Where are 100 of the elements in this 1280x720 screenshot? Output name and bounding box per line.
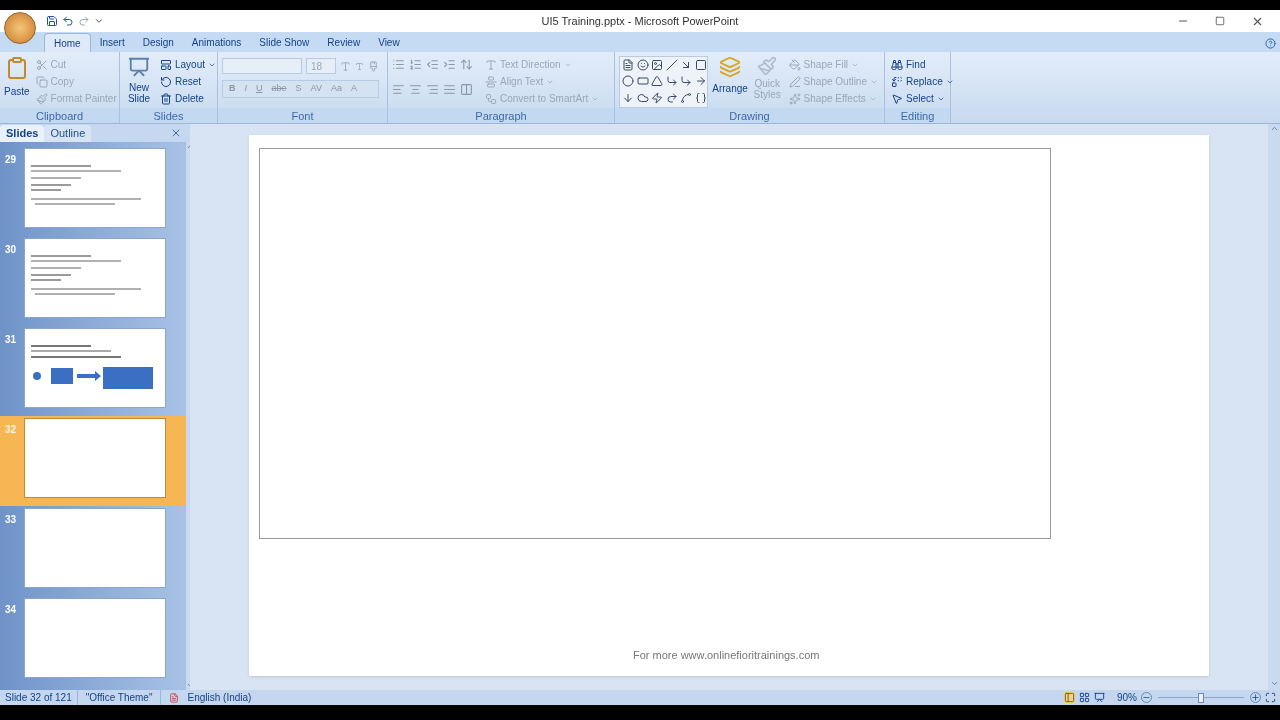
- slide-canvas[interactable]: For more www.onlinefioritrainings.com: [249, 135, 1209, 676]
- shape-icon[interactable]: [694, 91, 707, 104]
- new-slide-button[interactable]: New Slide: [124, 56, 154, 108]
- format-button[interactable]: abe: [269, 82, 289, 96]
- shape-icon[interactable]: [651, 59, 664, 71]
- format-button[interactable]: A: [348, 82, 359, 96]
- align-icon[interactable]: [460, 83, 473, 96]
- slide-thumbnail[interactable]: [24, 238, 166, 318]
- slide-thumbnail[interactable]: [24, 148, 166, 228]
- ribbon-button[interactable]: Delete: [158, 90, 219, 107]
- office-button[interactable]: [4, 12, 36, 44]
- format-button[interactable]: U: [254, 82, 265, 96]
- ribbon-button-icon: [485, 58, 497, 71]
- paragraph-icon[interactable]: [392, 58, 405, 71]
- slide-number: 30: [4, 243, 18, 257]
- panel-tab[interactable]: Outline: [44, 125, 92, 142]
- shape-icon[interactable]: [636, 75, 649, 88]
- ribbon-button-icon: [891, 58, 903, 71]
- ribbon-button[interactable]: Layout: [158, 56, 219, 73]
- shape-icon[interactable]: [651, 75, 664, 88]
- zoom-in-icon[interactable]: [1250, 692, 1261, 703]
- shape-icon[interactable]: [665, 91, 678, 104]
- shape-icon[interactable]: [665, 59, 678, 71]
- format-button[interactable]: S: [293, 82, 304, 96]
- shape-icon[interactable]: [680, 91, 693, 104]
- maximize-icon[interactable]: [1215, 16, 1225, 26]
- ribbon-tab[interactable]: View: [369, 33, 409, 52]
- ribbon-button-icon: [485, 75, 497, 88]
- customize-icon[interactable]: [94, 16, 104, 26]
- close-icon[interactable]: [170, 127, 182, 139]
- ribbon-tab[interactable]: Insert: [90, 33, 134, 52]
- normal-view-icon[interactable]: [1064, 692, 1075, 703]
- shape-icon[interactable]: [622, 75, 634, 88]
- shape-icon[interactable]: [622, 91, 634, 104]
- shape-icon[interactable]: [636, 59, 649, 71]
- panel-tab[interactable]: Slides: [0, 125, 45, 142]
- slide-number: 31: [4, 333, 18, 347]
- ribbon-button[interactable]: Select: [889, 90, 956, 107]
- zoom-thumb[interactable]: [1198, 692, 1204, 703]
- shape-icon[interactable]: [680, 75, 693, 88]
- ribbon-button-icon: [788, 92, 801, 105]
- ribbon-tab[interactable]: Design: [133, 33, 183, 52]
- font-name-field[interactable]: [222, 58, 302, 74]
- slide-thumbnail[interactable]: [24, 418, 166, 498]
- group-label: Clipboard: [0, 108, 119, 123]
- ribbon-button[interactable]: Replace: [889, 73, 956, 90]
- shapes-gallery[interactable]: [619, 56, 709, 108]
- shape-icon[interactable]: [651, 91, 664, 104]
- paragraph-icon[interactable]: [426, 58, 439, 71]
- slide-thumbnail[interactable]: [24, 328, 166, 408]
- ribbon-tab[interactable]: Review: [318, 33, 370, 52]
- group-label: Drawing: [615, 108, 884, 123]
- shape-icon[interactable]: [694, 59, 707, 71]
- scroll-down-icon[interactable]: [1269, 679, 1279, 688]
- undo-icon[interactable]: [62, 15, 74, 27]
- redo-icon[interactable]: [78, 15, 90, 27]
- paragraph-icon[interactable]: [460, 58, 473, 71]
- arrange-button[interactable]: Arrange: [712, 56, 748, 108]
- paragraph-icon[interactable]: [443, 58, 456, 71]
- align-icon[interactable]: [426, 83, 439, 96]
- align-icon[interactable]: [392, 83, 405, 96]
- scrollbar[interactable]: [1268, 124, 1280, 690]
- paste-button[interactable]: Paste: [4, 56, 30, 108]
- scroll-up-icon[interactable]: [1269, 124, 1279, 133]
- ribbon-button-icon: [891, 75, 903, 88]
- ribbon-tab[interactable]: Animations: [182, 33, 251, 52]
- language: English (India): [187, 691, 252, 705]
- fit-window-icon[interactable]: [1265, 692, 1276, 703]
- slide-thumbnail[interactable]: [24, 508, 166, 588]
- shape-icon[interactable]: [665, 75, 678, 88]
- ribbon-button-icon: [788, 75, 801, 88]
- slide-footer: For more www.onlinefioritrainings.com: [633, 647, 820, 664]
- shrink-font-icon[interactable]: [355, 61, 364, 71]
- align-icon[interactable]: [443, 83, 456, 96]
- spelling-icon[interactable]: [169, 692, 180, 703]
- arrange-icon: [719, 56, 742, 78]
- align-icon[interactable]: [409, 83, 422, 96]
- ribbon-tab[interactable]: Slide Show: [250, 33, 319, 52]
- slide-sorter-icon[interactable]: [1079, 692, 1090, 703]
- clear-formatting-icon[interactable]: [368, 60, 379, 72]
- ribbon-tab[interactable]: Home: [44, 33, 91, 52]
- grow-font-icon[interactable]: [340, 60, 351, 72]
- format-button[interactable]: I: [242, 82, 249, 96]
- ribbon-button-icon: [891, 92, 903, 105]
- help-icon[interactable]: [1265, 38, 1276, 49]
- slide-thumbnail[interactable]: [24, 598, 166, 678]
- window-title: UI5 Training.pptx - Microsoft PowerPoint: [540, 13, 740, 29]
- save-icon[interactable]: [46, 15, 58, 27]
- ribbon-button[interactable]: Find: [889, 56, 956, 73]
- format-button[interactable]: AV: [308, 82, 324, 96]
- slide-show-icon[interactable]: [1094, 692, 1105, 703]
- slide-number: 34: [4, 603, 18, 617]
- shape-icon[interactable]: [636, 91, 649, 104]
- shape-icon[interactable]: [622, 59, 634, 71]
- ribbon-button[interactable]: Reset: [158, 73, 219, 90]
- format-button[interactable]: Aa: [328, 82, 344, 96]
- zoom-slider[interactable]: [1158, 692, 1244, 703]
- paragraph-icon[interactable]: [409, 58, 422, 71]
- ribbon-button-icon: [160, 92, 172, 105]
- quick-styles-icon: [757, 56, 778, 76]
